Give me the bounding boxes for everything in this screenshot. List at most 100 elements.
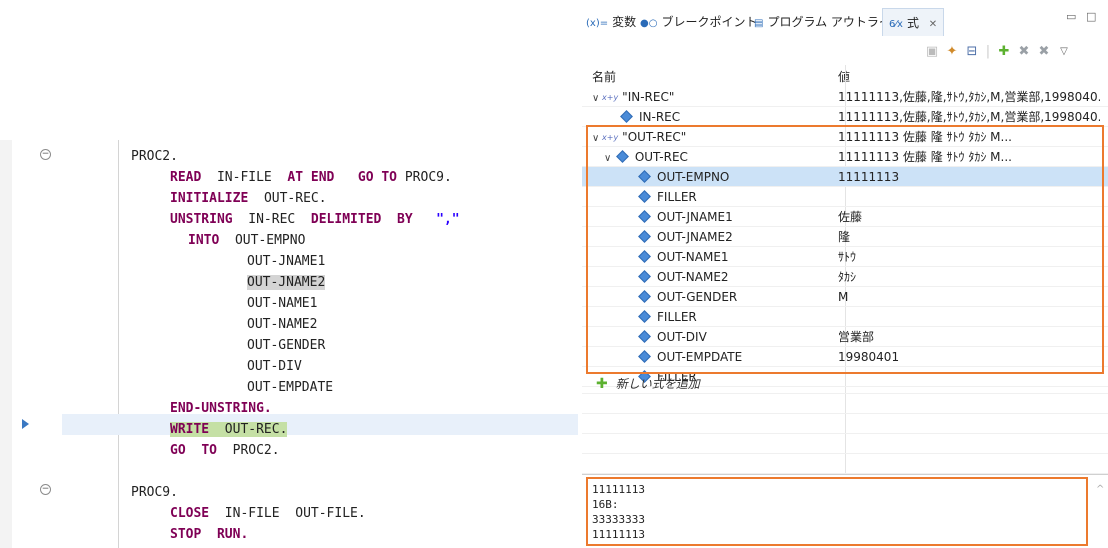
tree-row[interactable]: OUT-JNAME2 隆	[582, 227, 1108, 247]
code-line[interactable]: PROC2.	[131, 146, 178, 167]
code-token: OUT-REC.	[224, 422, 288, 437]
collapse-all-icon[interactable]: ⊟	[964, 44, 980, 60]
code-line[interactable]: OUT-JNAME2	[247, 272, 326, 293]
tab-program-outline[interactable]: ▤ プログラム アウトライン	[754, 8, 903, 36]
code-line[interactable]: OUT-EMPDATE	[247, 377, 333, 398]
variable-icon	[638, 310, 651, 323]
code-line[interactable]: INITIALIZE OUT-REC.	[170, 188, 327, 209]
code-editor[interactable]: − − PROC2. READ IN-FILE AT END GO TO PRO…	[0, 0, 578, 548]
code-token: OUT-JNAME2	[247, 275, 326, 290]
variables-icon: (x)=	[586, 18, 609, 29]
code-line[interactable]: OUT-GENDER	[247, 335, 325, 356]
code-line[interactable]: CLOSE IN-FILE OUT-FILE.	[170, 503, 366, 524]
code-line[interactable]: GO TO PROC2.	[170, 440, 280, 461]
tree-row[interactable]: IN-REC 11111113,佐藤,隆,ｻﾄｳ,ﾀｶｼ,M,営業部,19980…	[582, 107, 1108, 127]
code-line[interactable]: WRITE OUT-REC.	[170, 419, 288, 440]
code-line[interactable]: OUT-JNAME1	[247, 251, 325, 272]
view-menu-icon[interactable]: ▽	[1056, 44, 1072, 60]
variable-icon	[638, 250, 651, 263]
tree-row[interactable]: OUT-GENDER M	[582, 287, 1108, 307]
code-line[interactable]: END-UNSTRING.	[170, 398, 272, 419]
row-value: 11111113	[838, 170, 900, 184]
name-column-header[interactable]: 名前	[592, 68, 616, 85]
row-value: 11111113,佐藤,隆,ｻﾄｳ,ﾀｶｼ,M,営業部,1998040...	[838, 110, 1100, 124]
code-token: OUT-JNAME1	[247, 254, 326, 269]
expressions-view: (x)= 変数 ●○ ブレークポイント ▤ プログラム アウトライン 6⁄x 式 ✕ ▭…	[582, 0, 1108, 548]
fold-toggle-icon[interactable]: −	[40, 149, 51, 160]
code-line[interactable]: STOP RUN.	[170, 524, 248, 545]
row-value: 11111113 佐藤 隆 ｻﾄｳ ﾀｶｼ M...	[838, 150, 1012, 164]
tree-row[interactable]: FILLER	[582, 307, 1108, 327]
tree-row[interactable]: OUT-NAME2 ﾀｶｼ	[582, 267, 1108, 287]
code-line[interactable]: INTO OUT-EMPNO	[188, 230, 305, 251]
remove-expression-icon[interactable]: ✖	[1016, 44, 1032, 60]
tree-row[interactable]: ∨ OUT-REC 11111113 佐藤 隆 ｻﾄｳ ﾀｶｼ M...	[582, 147, 1108, 167]
maximize-icon[interactable]: □	[1086, 10, 1096, 23]
expressions-icon: 6⁄x	[889, 19, 903, 30]
tree-row[interactable]: OUT-EMPDATE 19980401	[582, 347, 1108, 367]
code-keyword: END	[310, 170, 335, 185]
expand-chevron-icon[interactable]: ∨	[604, 149, 614, 169]
empty-row	[582, 434, 1108, 454]
tree-row[interactable]: OUT-NAME1 ｻﾄｳ	[582, 247, 1108, 267]
tab-variables[interactable]: (x)= 変数	[586, 8, 636, 36]
row-name: IN-REC	[639, 110, 681, 124]
code-token: PROC9.	[131, 485, 178, 500]
code-line[interactable]: OUT-DIV	[247, 356, 302, 377]
empty-row	[582, 454, 1108, 474]
row-name: "IN-REC"	[622, 90, 675, 104]
row-value: 11111113,佐藤,隆,ｻﾄｳ,ﾀｶｼ,M,営業部,1998040...	[838, 90, 1100, 104]
code-token: IN-FILE	[216, 170, 272, 185]
expand-chevron-icon[interactable]: ∨	[592, 129, 602, 149]
close-tab-icon[interactable]: ✕	[929, 19, 937, 30]
tree-row[interactable]: ∨ x+y "OUT-REC" 11111113 佐藤 隆 ｻﾄｳ ﾀｶｼ M...	[582, 127, 1108, 147]
row-name: OUT-GENDER	[657, 290, 738, 304]
add-expression-plus-icon: ✚	[596, 376, 608, 392]
tree-row[interactable]: FILLER	[582, 187, 1108, 207]
tab-label: ブレークポイント	[661, 15, 758, 29]
code-token: OUT-EMPDATE	[247, 380, 334, 395]
add-expression-icon[interactable]: ✚	[996, 44, 1012, 60]
code-token: OUT-NAME1	[247, 296, 318, 311]
code-keyword: TO	[201, 443, 217, 458]
expand-chevron-icon[interactable]: ∨	[592, 89, 602, 109]
scroll-up-icon[interactable]: ^	[1096, 484, 1104, 495]
code-keyword: STOP	[170, 527, 202, 542]
code-line[interactable]: OUT-NAME1	[247, 293, 317, 314]
tab-expressions[interactable]: 6⁄x 式 ✕	[882, 8, 945, 36]
detail-pane[interactable]: 11111113 16B: 33333333 11111113	[586, 477, 1088, 546]
row-name: OUT-EMPNO	[657, 170, 730, 184]
detail-pane-sash[interactable]	[582, 474, 1108, 475]
value-column-header[interactable]: 値	[838, 68, 850, 85]
code-keyword: READ	[170, 170, 202, 185]
row-value: 11111113 佐藤 隆 ｻﾄｳ ﾀｶｼ M...	[838, 130, 1012, 144]
tab-breakpoints[interactable]: ●○ ブレークポイント	[640, 8, 757, 36]
code-token: IN-FILE	[224, 506, 280, 521]
minimize-icon[interactable]: ▭	[1066, 10, 1076, 23]
variable-icon	[638, 210, 651, 223]
variable-icon	[620, 110, 633, 123]
tree-row[interactable]: OUT-DIV 営業部	[582, 327, 1108, 347]
row-name: OUT-JNAME1	[657, 210, 733, 224]
copy-expression-icon[interactable]: ▣	[924, 44, 940, 60]
add-expression-label: 新しい式を追加	[615, 377, 700, 391]
show-type-names-icon[interactable]: ✦	[944, 44, 960, 60]
tree-row[interactable]: ∨ x+y "IN-REC" 11111113,佐藤,隆,ｻﾄｳ,ﾀｶｼ,M,営業部…	[582, 87, 1108, 107]
remove-all-expressions-icon[interactable]: ✖	[1036, 44, 1052, 60]
tree-row-selected[interactable]: OUT-EMPNO 11111113	[582, 167, 1108, 187]
editor-gutter	[0, 140, 12, 548]
add-new-expression-row[interactable]: ✚ 新しい式を追加	[582, 374, 1108, 394]
code-line[interactable]: PROC9.	[131, 482, 178, 503]
code-line[interactable]: UNSTRING IN-REC DELIMITED BY ","	[170, 209, 460, 230]
code-line[interactable]: READ IN-FILE AT END GO TO PROC9.	[170, 167, 452, 188]
code-string: ","	[436, 212, 460, 227]
row-name: FILLER	[657, 310, 697, 324]
code-line[interactable]: OUT-NAME2	[247, 314, 317, 335]
tree-row[interactable]: OUT-JNAME1 佐藤	[582, 207, 1108, 227]
variable-icon	[638, 270, 651, 283]
fold-toggle-icon[interactable]: −	[40, 484, 51, 495]
